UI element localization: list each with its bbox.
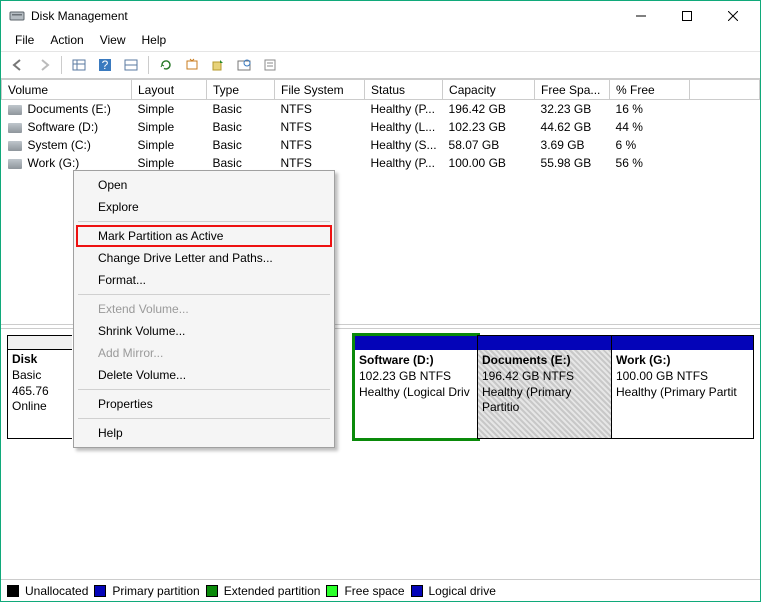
- ctx-mirror: Add Mirror...: [76, 342, 332, 364]
- ctx-delete[interactable]: Delete Volume...: [76, 364, 332, 386]
- app-icon: [9, 8, 25, 24]
- ctx-format[interactable]: Format...: [76, 269, 332, 291]
- col-type[interactable]: Type: [207, 80, 275, 100]
- partition-stripe: [612, 336, 753, 350]
- menubar: File Action View Help: [1, 31, 760, 51]
- swatch-free: [326, 585, 338, 597]
- col-fs[interactable]: File System: [275, 80, 365, 100]
- action-icon-2[interactable]: [233, 54, 255, 76]
- swatch-logical: [411, 585, 423, 597]
- volume-icon: [8, 141, 22, 151]
- col-free[interactable]: Free Spa...: [535, 80, 610, 100]
- col-status[interactable]: Status: [365, 80, 443, 100]
- swatch-extended: [206, 585, 218, 597]
- disk-title: Disk: [12, 352, 37, 366]
- menu-view[interactable]: View: [92, 31, 134, 51]
- action-icon-1[interactable]: [207, 54, 229, 76]
- col-capacity[interactable]: Capacity: [443, 80, 535, 100]
- col-layout[interactable]: Layout: [132, 80, 207, 100]
- column-header-row: Volume Layout Type File System Status Ca…: [2, 80, 760, 100]
- menu-file[interactable]: File: [7, 31, 42, 51]
- ctx-shrink[interactable]: Shrink Volume...: [76, 320, 332, 342]
- svg-text:?: ?: [102, 58, 109, 72]
- menu-help[interactable]: Help: [134, 31, 175, 51]
- properties-icon[interactable]: [259, 54, 281, 76]
- toolbar-divider: [148, 56, 149, 74]
- ctx-change-letter[interactable]: Change Drive Letter and Paths...: [76, 247, 332, 269]
- minimize-button[interactable]: [618, 1, 664, 31]
- ctx-separator: [78, 294, 330, 295]
- titlebar: Disk Management: [1, 1, 760, 31]
- view-button[interactable]: [68, 54, 90, 76]
- back-button[interactable]: [7, 54, 29, 76]
- ctx-mark-active[interactable]: Mark Partition as Active: [76, 225, 332, 247]
- ctx-separator: [78, 389, 330, 390]
- ctx-separator: [78, 418, 330, 419]
- forward-button[interactable]: [33, 54, 55, 76]
- maximize-button[interactable]: [664, 1, 710, 31]
- toolbar-divider: [61, 56, 62, 74]
- ctx-extend: Extend Volume...: [76, 298, 332, 320]
- partition-software[interactable]: Software (D:) 102.23 GB NTFS Healthy (Lo…: [354, 335, 478, 439]
- context-menu: Open Explore Mark Partition as Active Ch…: [73, 170, 335, 448]
- refresh-button[interactable]: [155, 54, 177, 76]
- swatch-primary: [94, 585, 106, 597]
- ctx-help[interactable]: Help: [76, 422, 332, 444]
- menu-action[interactable]: Action: [42, 31, 91, 51]
- table-row[interactable]: System (C:)SimpleBasicNTFSHealthy (S...5…: [2, 136, 760, 154]
- layout-button[interactable]: [120, 54, 142, 76]
- col-volume[interactable]: Volume: [2, 80, 132, 100]
- partition-documents[interactable]: Documents (E:) 196.42 GB NTFS Healthy (P…: [477, 335, 612, 439]
- ctx-properties[interactable]: Properties: [76, 393, 332, 415]
- volume-icon: [8, 159, 22, 169]
- partition-stripe: [478, 336, 611, 350]
- disk-info[interactable]: Disk Basic 465.76 Online: [7, 335, 72, 439]
- col-pct[interactable]: % Free: [610, 80, 690, 100]
- legend: Unallocated Primary partition Extended p…: [1, 579, 760, 601]
- volume-icon: [8, 105, 22, 115]
- help-button[interactable]: ?: [94, 54, 116, 76]
- partition-stripe: [355, 336, 477, 350]
- swatch-unallocated: [7, 585, 19, 597]
- window-title: Disk Management: [31, 9, 618, 23]
- settings-icon[interactable]: [181, 54, 203, 76]
- toolbar: ?: [1, 51, 760, 79]
- col-extra[interactable]: [690, 80, 760, 100]
- partition-work[interactable]: Work (G:) 100.00 GB NTFS Healthy (Primar…: [611, 335, 754, 439]
- volume-icon: [8, 123, 22, 133]
- close-button[interactable]: [710, 1, 756, 31]
- table-row[interactable]: Software (D:)SimpleBasicNTFSHealthy (L..…: [2, 118, 760, 136]
- ctx-explore[interactable]: Explore: [76, 196, 332, 218]
- table-row[interactable]: Documents (E:)SimpleBasicNTFSHealthy (P.…: [2, 100, 760, 119]
- ctx-separator: [78, 221, 330, 222]
- ctx-open[interactable]: Open: [76, 174, 332, 196]
